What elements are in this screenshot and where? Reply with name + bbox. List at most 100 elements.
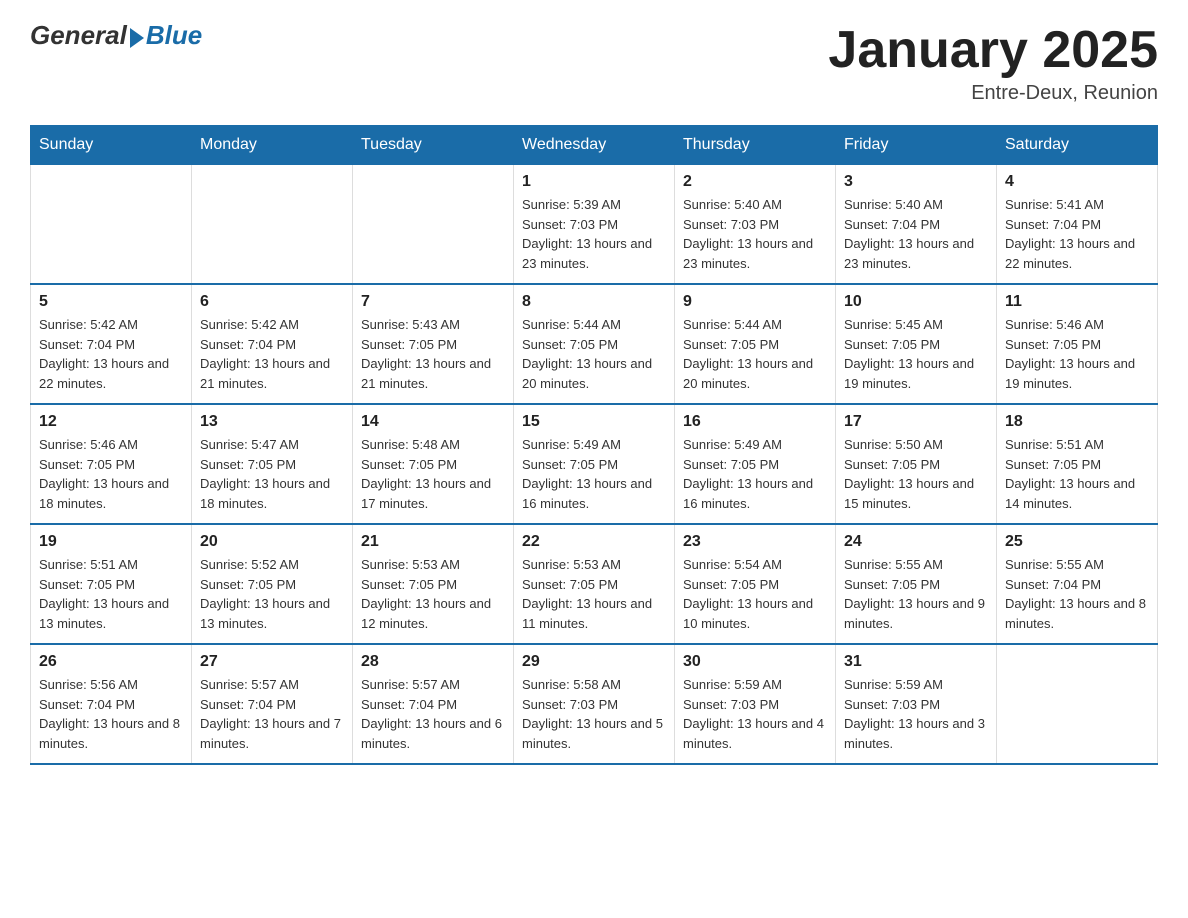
day-number: 15 (522, 413, 666, 431)
day-info: Sunrise: 5:51 AM Sunset: 7:05 PM Dayligh… (39, 555, 183, 633)
calendar-week-row: 19 Sunrise: 5:51 AM Sunset: 7:05 PM Dayli… (31, 524, 1158, 644)
header-day-monday: Monday (192, 126, 353, 165)
calendar-cell: 14 Sunrise: 5:48 AM Sunset: 7:05 PM Dayli… (353, 404, 514, 524)
calendar-week-row: 1 Sunrise: 5:39 AM Sunset: 7:03 PM Daylig… (31, 165, 1158, 285)
calendar-cell: 27 Sunrise: 5:57 AM Sunset: 7:04 PM Dayli… (192, 644, 353, 764)
calendar-cell: 17 Sunrise: 5:50 AM Sunset: 7:05 PM Dayli… (836, 404, 997, 524)
calendar-cell (31, 165, 192, 285)
day-info: Sunrise: 5:49 AM Sunset: 7:05 PM Dayligh… (683, 435, 827, 513)
day-info: Sunrise: 5:58 AM Sunset: 7:03 PM Dayligh… (522, 675, 666, 753)
calendar-cell: 28Sunrise: 5:57 AM Sunset: 7:04 PM Dayli… (353, 644, 514, 764)
calendar-cell: 13 Sunrise: 5:47 AM Sunset: 7:05 PM Dayli… (192, 404, 353, 524)
day-number: 11 (1005, 293, 1149, 311)
month-title: January 2025 (828, 20, 1158, 80)
calendar-cell: 29Sunrise: 5:58 AM Sunset: 7:03 PM Dayli… (514, 644, 675, 764)
calendar-table: SundayMondayTuesdayWednesdayThursdayFrid… (30, 125, 1158, 765)
calendar-cell: 10Sunrise: 5:45 AM Sunset: 7:05 PM Dayli… (836, 284, 997, 404)
calendar-cell: 23 Sunrise: 5:54 AM Sunset: 7:05 PM Dayli… (675, 524, 836, 644)
calendar-cell (997, 644, 1158, 764)
day-number: 26 (39, 653, 183, 671)
day-number: 4 (1005, 173, 1149, 191)
day-info: Sunrise: 5:42 AM Sunset: 7:04 PM Dayligh… (39, 315, 183, 393)
calendar-cell: 11 Sunrise: 5:46 AM Sunset: 7:05 PM Dayli… (997, 284, 1158, 404)
day-number: 17 (844, 413, 988, 431)
day-info: Sunrise: 5:47 AM Sunset: 7:05 PM Dayligh… (200, 435, 344, 513)
day-number: 22 (522, 533, 666, 551)
day-number: 13 (200, 413, 344, 431)
day-number: 5 (39, 293, 183, 311)
location-text: Entre-Deux, Reunion (828, 82, 1158, 105)
day-number: 24 (844, 533, 988, 551)
day-info: Sunrise: 5:57 AM Sunset: 7:04 PM Dayligh… (200, 675, 344, 753)
day-info: Sunrise: 5:59 AM Sunset: 7:03 PM Dayligh… (844, 675, 988, 753)
calendar-cell: 5 Sunrise: 5:42 AM Sunset: 7:04 PM Daylig… (31, 284, 192, 404)
calendar-cell: 6Sunrise: 5:42 AM Sunset: 7:04 PM Daylig… (192, 284, 353, 404)
calendar-header-row: SundayMondayTuesdayWednesdayThursdayFrid… (31, 126, 1158, 165)
calendar-cell: 2Sunrise: 5:40 AM Sunset: 7:03 PM Daylig… (675, 165, 836, 285)
header-day-tuesday: Tuesday (353, 126, 514, 165)
calendar-cell: 4 Sunrise: 5:41 AM Sunset: 7:04 PM Daylig… (997, 165, 1158, 285)
day-info: Sunrise: 5:41 AM Sunset: 7:04 PM Dayligh… (1005, 195, 1149, 273)
calendar-cell: 15 Sunrise: 5:49 AM Sunset: 7:05 PM Dayli… (514, 404, 675, 524)
header-day-wednesday: Wednesday (514, 126, 675, 165)
day-number: 18 (1005, 413, 1149, 431)
day-number: 23 (683, 533, 827, 551)
calendar-cell: 3 Sunrise: 5:40 AM Sunset: 7:04 PM Daylig… (836, 165, 997, 285)
day-info: Sunrise: 5:56 AM Sunset: 7:04 PM Dayligh… (39, 675, 183, 753)
logo-general-text: General (30, 20, 127, 51)
calendar-cell: 7 Sunrise: 5:43 AM Sunset: 7:05 PM Daylig… (353, 284, 514, 404)
calendar-cell: 25Sunrise: 5:55 AM Sunset: 7:04 PM Dayli… (997, 524, 1158, 644)
day-info: Sunrise: 5:48 AM Sunset: 7:05 PM Dayligh… (361, 435, 505, 513)
day-number: 8 (522, 293, 666, 311)
day-info: Sunrise: 5:40 AM Sunset: 7:03 PM Dayligh… (683, 195, 827, 273)
logo-blue-text: Blue (146, 20, 202, 51)
calendar-cell: 12Sunrise: 5:46 AM Sunset: 7:05 PM Dayli… (31, 404, 192, 524)
day-number: 27 (200, 653, 344, 671)
calendar-cell: 9 Sunrise: 5:44 AM Sunset: 7:05 PM Daylig… (675, 284, 836, 404)
day-number: 9 (683, 293, 827, 311)
day-number: 14 (361, 413, 505, 431)
calendar-cell: 1 Sunrise: 5:39 AM Sunset: 7:03 PM Daylig… (514, 165, 675, 285)
day-info: Sunrise: 5:40 AM Sunset: 7:04 PM Dayligh… (844, 195, 988, 273)
day-info: Sunrise: 5:43 AM Sunset: 7:05 PM Dayligh… (361, 315, 505, 393)
day-number: 10 (844, 293, 988, 311)
logo: General Blue (30, 20, 202, 51)
day-number: 19 (39, 533, 183, 551)
day-number: 31 (844, 653, 988, 671)
calendar-cell: 18 Sunrise: 5:51 AM Sunset: 7:05 PM Dayli… (997, 404, 1158, 524)
day-info: Sunrise: 5:53 AM Sunset: 7:05 PM Dayligh… (361, 555, 505, 633)
day-number: 30 (683, 653, 827, 671)
day-info: Sunrise: 5:59 AM Sunset: 7:03 PM Dayligh… (683, 675, 827, 753)
day-number: 6 (200, 293, 344, 311)
day-info: Sunrise: 5:50 AM Sunset: 7:05 PM Dayligh… (844, 435, 988, 513)
day-info: Sunrise: 5:46 AM Sunset: 7:05 PM Dayligh… (39, 435, 183, 513)
day-number: 3 (844, 173, 988, 191)
calendar-cell: 19 Sunrise: 5:51 AM Sunset: 7:05 PM Dayli… (31, 524, 192, 644)
header-day-sunday: Sunday (31, 126, 192, 165)
header-day-thursday: Thursday (675, 126, 836, 165)
header-day-saturday: Saturday (997, 126, 1158, 165)
calendar-week-row: 26 Sunrise: 5:56 AM Sunset: 7:04 PM Dayli… (31, 644, 1158, 764)
day-number: 21 (361, 533, 505, 551)
day-info: Sunrise: 5:44 AM Sunset: 7:05 PM Dayligh… (683, 315, 827, 393)
day-info: Sunrise: 5:49 AM Sunset: 7:05 PM Dayligh… (522, 435, 666, 513)
calendar-cell: 8 Sunrise: 5:44 AM Sunset: 7:05 PM Daylig… (514, 284, 675, 404)
day-info: Sunrise: 5:44 AM Sunset: 7:05 PM Dayligh… (522, 315, 666, 393)
calendar-cell: 30 Sunrise: 5:59 AM Sunset: 7:03 PM Dayli… (675, 644, 836, 764)
header-day-friday: Friday (836, 126, 997, 165)
day-info: Sunrise: 5:39 AM Sunset: 7:03 PM Dayligh… (522, 195, 666, 273)
day-info: Sunrise: 5:54 AM Sunset: 7:05 PM Dayligh… (683, 555, 827, 633)
calendar-week-row: 5 Sunrise: 5:42 AM Sunset: 7:04 PM Daylig… (31, 284, 1158, 404)
day-info: Sunrise: 5:51 AM Sunset: 7:05 PM Dayligh… (1005, 435, 1149, 513)
calendar-cell: 16Sunrise: 5:49 AM Sunset: 7:05 PM Dayli… (675, 404, 836, 524)
day-info: Sunrise: 5:57 AM Sunset: 7:04 PM Dayligh… (361, 675, 505, 753)
calendar-week-row: 12Sunrise: 5:46 AM Sunset: 7:05 PM Dayli… (31, 404, 1158, 524)
day-info: Sunrise: 5:55 AM Sunset: 7:05 PM Dayligh… (844, 555, 988, 633)
day-info: Sunrise: 5:46 AM Sunset: 7:05 PM Dayligh… (1005, 315, 1149, 393)
day-info: Sunrise: 5:53 AM Sunset: 7:05 PM Dayligh… (522, 555, 666, 633)
logo-arrow-icon (130, 28, 144, 48)
calendar-cell: 26 Sunrise: 5:56 AM Sunset: 7:04 PM Dayli… (31, 644, 192, 764)
day-number: 1 (522, 173, 666, 191)
day-number: 25 (1005, 533, 1149, 551)
day-number: 7 (361, 293, 505, 311)
